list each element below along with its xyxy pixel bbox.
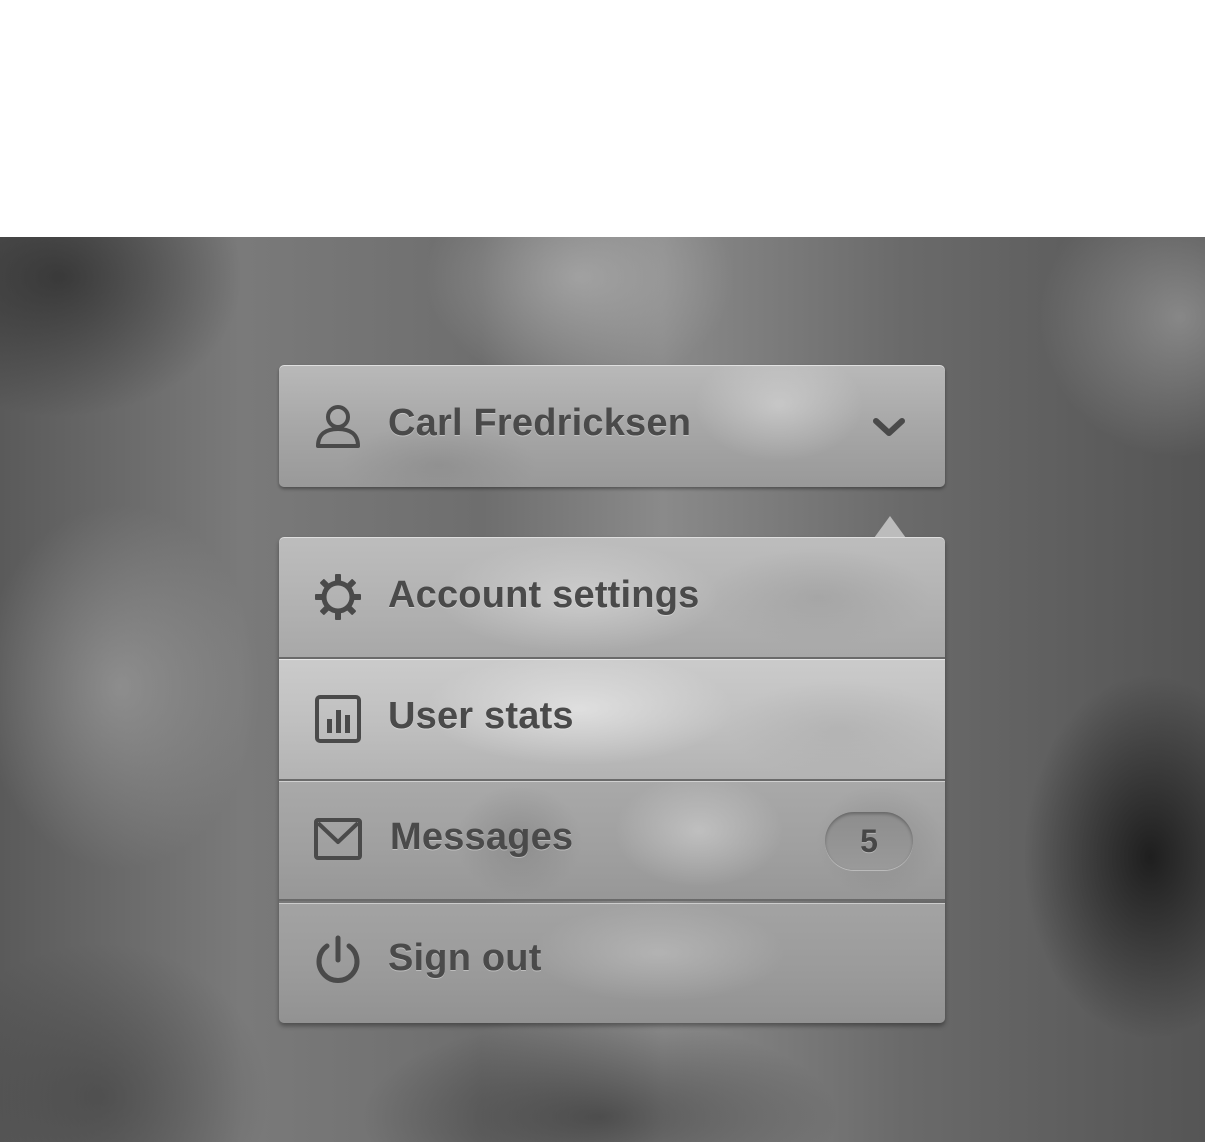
menu-item-label: Messages	[390, 816, 574, 858]
user-icon	[316, 405, 360, 448]
top-blank-area	[0, 0, 1205, 237]
messages-count-badge: 5	[825, 812, 913, 870]
menu-item-user-stats[interactable]	[279, 659, 945, 779]
bar-chart-icon	[315, 695, 361, 743]
envelope-icon	[314, 818, 362, 860]
chevron-down-icon[interactable]	[870, 413, 908, 441]
menu-item-label: Account settings	[388, 574, 700, 616]
menu-item-sign-out[interactable]	[279, 903, 945, 1023]
user-name: Carl Fredricksen	[388, 402, 692, 444]
gear-icon	[315, 574, 361, 620]
menu-item-label: User stats	[388, 695, 574, 737]
menu-item-label: Sign out	[388, 937, 542, 979]
power-icon	[316, 935, 360, 983]
menu-pointer-arrow	[874, 516, 906, 538]
menu-divider	[279, 899, 945, 901]
